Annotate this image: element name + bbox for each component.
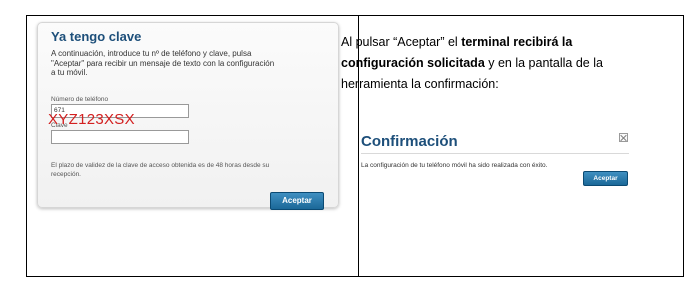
description-part-1: Al pulsar “Aceptar” el <box>341 35 462 49</box>
key-input[interactable] <box>51 130 189 144</box>
phone-label: Número de teléfono <box>51 96 109 103</box>
accept-button[interactable]: Aceptar <box>270 192 324 210</box>
description-text: Al pulsar “Aceptar” el terminal recibirá… <box>341 32 641 95</box>
confirmation-divider <box>361 153 629 154</box>
confirmation-message: La configuración de tu teléfono móvil ha… <box>361 162 548 169</box>
validity-line-2: recepción. <box>51 170 81 178</box>
intro-line-2: "Aceptar" para recibir un mensaje de tex… <box>51 58 275 68</box>
intro-line-1: A continuación, introduce tu nº de teléf… <box>51 49 252 58</box>
intro-line-3: a tu móvil. <box>51 68 88 77</box>
validity-note: El plazo de validez de la clave de acces… <box>51 162 326 179</box>
login-title: Ya tengo clave <box>51 29 142 44</box>
login-intro: A continuación, introduce tu nº de teléf… <box>51 49 331 78</box>
close-icon[interactable] <box>619 133 628 142</box>
confirmation-title: Confirmación <box>361 133 458 150</box>
validity-line-1: El plazo de validez de la clave de acces… <box>51 162 270 169</box>
key-value-overlay: XYZ123XSX <box>48 111 135 128</box>
confirm-accept-button[interactable]: Aceptar <box>583 171 628 186</box>
